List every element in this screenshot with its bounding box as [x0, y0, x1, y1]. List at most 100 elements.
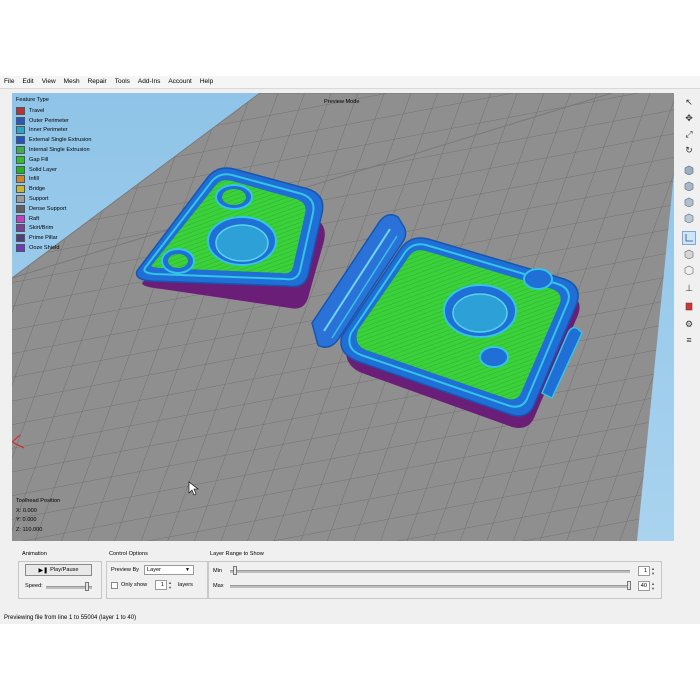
legend-row: Ooze Shield: [16, 243, 92, 253]
play-pause-label: Play/Pause: [50, 567, 79, 573]
chevron-down-icon: ▼: [185, 567, 190, 573]
menu-edit[interactable]: Edit: [18, 76, 37, 88]
legend-label: Dense Support: [29, 205, 67, 212]
min-layer-input[interactable]: 1: [638, 566, 650, 576]
status-bar: Previewing file from line 1 to 55004 (la…: [4, 615, 137, 621]
legend-swatch: [16, 204, 25, 213]
max-slider-track[interactable]: [230, 585, 630, 588]
legend-swatch: [16, 146, 25, 155]
legend-label: External Single Extrusion: [29, 137, 92, 144]
legend-swatch: [16, 234, 25, 243]
axes-icon[interactable]: ⊥: [682, 281, 696, 295]
preview-by-select[interactable]: Layer ▼: [144, 565, 194, 575]
view-top-icon[interactable]: [682, 231, 696, 245]
legend-label: Ooze Shield: [29, 245, 60, 252]
section-icon[interactable]: [682, 299, 696, 313]
legend-swatch: [16, 214, 25, 223]
view-back-icon[interactable]: [682, 179, 696, 193]
preview-mode-label: Preview Mode: [324, 99, 360, 105]
move-icon[interactable]: ✥: [682, 111, 696, 125]
preview-by-value: Layer: [147, 567, 161, 573]
layers-label: layers: [178, 582, 193, 588]
only-show-input[interactable]: 1: [155, 580, 167, 590]
legend-title: Feature Type: [16, 97, 49, 103]
legend-row: Raft: [16, 214, 92, 224]
max-layer-spinner[interactable]: ▲ ▼: [650, 581, 656, 591]
layers-icon[interactable]: ≡: [682, 333, 696, 347]
only-show-label: Only show: [121, 582, 148, 588]
legend-swatch: [16, 175, 25, 184]
control-options-label: Control Options: [109, 551, 148, 557]
menu-help[interactable]: Help: [196, 76, 217, 88]
play-pause-button[interactable]: ▶❚ Play/Pause: [25, 564, 92, 576]
legend-swatch: [16, 224, 25, 233]
rotate-icon[interactable]: ↻: [682, 143, 696, 157]
scale-icon[interactable]: ⤢: [682, 127, 696, 141]
view-iso-icon[interactable]: [682, 263, 696, 277]
min-layer-spinner[interactable]: ▲ ▼: [650, 566, 656, 576]
legend-row: Bridge: [16, 184, 92, 194]
menu-file[interactable]: File: [0, 76, 18, 88]
legend-label: Prime Pillar: [29, 235, 58, 242]
legend-swatch: [16, 195, 25, 204]
toolhead-y: Y: 0.000: [16, 517, 37, 523]
preview-viewport[interactable]: Feature Type Travel Outer Perimeter Inner …: [12, 93, 674, 541]
menu-account[interactable]: Account: [164, 76, 196, 88]
legend-swatch: [16, 106, 25, 115]
legend-label: Gap Fill: [29, 156, 49, 163]
only-show-checkbox[interactable]: [111, 582, 118, 589]
legend-row: External Single Extrusion: [16, 135, 92, 145]
toolhead-x: X: 0.000: [16, 507, 37, 514]
min-slider-thumb[interactable]: [233, 566, 237, 575]
preview-controls-panel: Animation ▶❚ Play/Pause Speed: Control O…: [12, 545, 664, 601]
legend-label: Bridge: [29, 186, 46, 193]
menu-view[interactable]: View: [38, 76, 60, 88]
view-bottom-icon[interactable]: [682, 247, 696, 261]
legend-swatch: [16, 165, 25, 174]
play-pause-icon: ▶❚: [38, 567, 49, 574]
legend-label: Raft: [29, 215, 40, 222]
legend-swatch: [16, 155, 25, 164]
view-front-icon[interactable]: [682, 163, 696, 177]
legend-swatch: [16, 244, 25, 253]
max-layer-input[interactable]: 40: [638, 581, 650, 591]
legend-row: Prime Pillar: [16, 233, 92, 243]
min-slider-track[interactable]: [230, 570, 630, 573]
legend-row: Dense Support: [16, 204, 92, 214]
speed-label: Speed:: [25, 583, 43, 589]
legend-row: Infill: [16, 175, 92, 185]
preview-by-label: Preview By: [111, 567, 139, 573]
legend-row: Skirt/Brim: [16, 224, 92, 234]
menu-mesh[interactable]: Mesh: [60, 76, 84, 88]
layer-range-group: [208, 561, 662, 599]
max-label: Max: [213, 583, 224, 589]
build-plate-scene: [12, 93, 674, 541]
legend-swatch: [16, 136, 25, 145]
legend-swatch: [16, 126, 25, 135]
legend-row: Support: [16, 194, 92, 204]
pointer-icon[interactable]: ↖: [682, 95, 696, 109]
speed-slider-thumb[interactable]: [85, 582, 90, 591]
settings-icon[interactable]: ⚙: [682, 317, 696, 331]
legend-label: Support: [29, 196, 49, 203]
view-left-icon[interactable]: [682, 195, 696, 209]
max-slider-thumb[interactable]: [627, 581, 631, 590]
menu-bar: File Edit View Mesh Repair Tools Add-Ins…: [0, 76, 700, 89]
legend-row: Gap Fill: [16, 155, 92, 165]
menu-add-ins[interactable]: Add-Ins: [134, 76, 164, 88]
legend-swatch: [16, 116, 25, 125]
legend-swatch: [16, 185, 25, 194]
view-right-icon[interactable]: [682, 211, 696, 225]
legend-label: Infill: [29, 176, 39, 183]
menu-repair[interactable]: Repair: [84, 76, 111, 88]
legend-label: Skirt/Brim: [29, 225, 54, 232]
toolhead-z: Z: 110.000: [16, 526, 43, 533]
legend-label: Solid Layer: [29, 166, 57, 173]
legend-row: Inner Perimeter: [16, 126, 92, 136]
only-show-spinner[interactable]: ▲ ▼: [167, 580, 173, 590]
menu-tools[interactable]: Tools: [111, 76, 134, 88]
right-toolbar: ↖ ✥ ⤢ ↻ ⊥ ⚙ ≡: [680, 93, 698, 541]
legend-label: Internal Single Extrusion: [29, 147, 90, 154]
legend-label: Inner Perimeter: [29, 127, 68, 134]
toolhead-title: Toolhead Position: [16, 498, 61, 504]
